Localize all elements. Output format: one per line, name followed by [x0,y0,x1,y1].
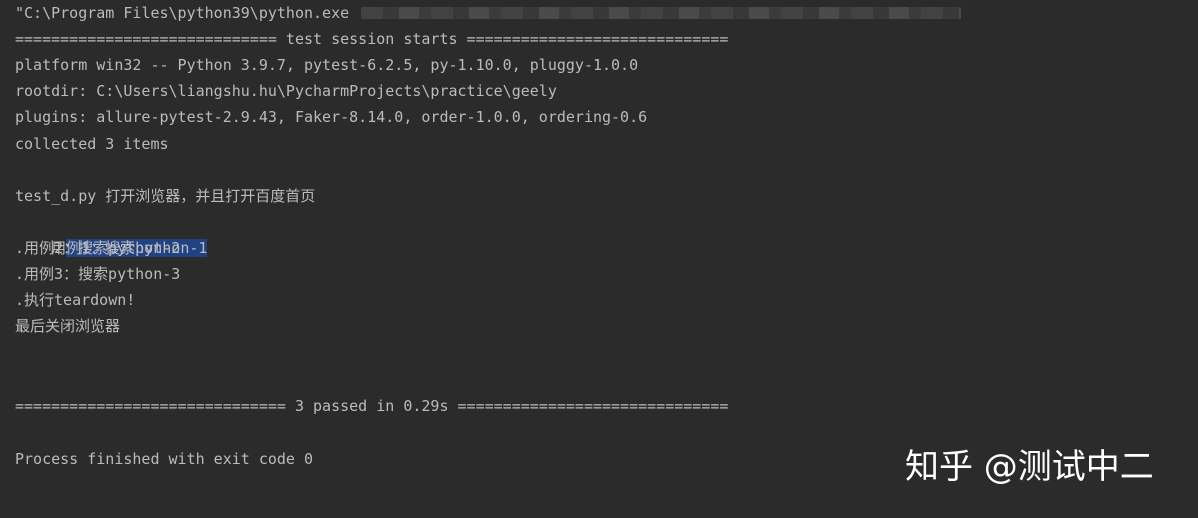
summary-banner: ============================== 3 passed … [15,397,729,415]
case2-line: .用例2：搜索python-2 [15,239,181,257]
platform-line: platform win32 -- Python 3.9.7, pytest-6… [15,56,639,74]
test-file-line: test_d.py 打开浏览器，并且打开百度首页 [15,187,316,205]
plugins-line: plugins: allure-pytest-2.9.43, Faker-8.1… [15,108,648,126]
session-start-banner: ============================= test sessi… [15,30,729,48]
case3-line: .用例3：搜索python-3 [15,265,181,283]
teardown-line: .执行teardown! [15,291,136,309]
run-console[interactable]: "C:\Program Files\python39\python.exe ==… [0,0,1198,518]
command-text: "C:\Program Files\python39\python.exe [15,4,350,22]
command-line: "C:\Program Files\python39\python.exe [15,0,962,26]
process-finished-line: Process finished with exit code 0 [15,450,314,468]
case1-line[interactable]: 用例1：搜索python-1 [15,209,208,257]
redacted-arguments [361,7,962,19]
rootdir-line: rootdir: C:\Users\liangshu.hu\PycharmPro… [15,82,557,100]
zhihu-watermark: 知乎 @测试中二 [905,447,1154,487]
collected-line: collected 3 items [15,135,169,153]
close-browser-line: 最后关闭浏览器 [15,317,121,335]
